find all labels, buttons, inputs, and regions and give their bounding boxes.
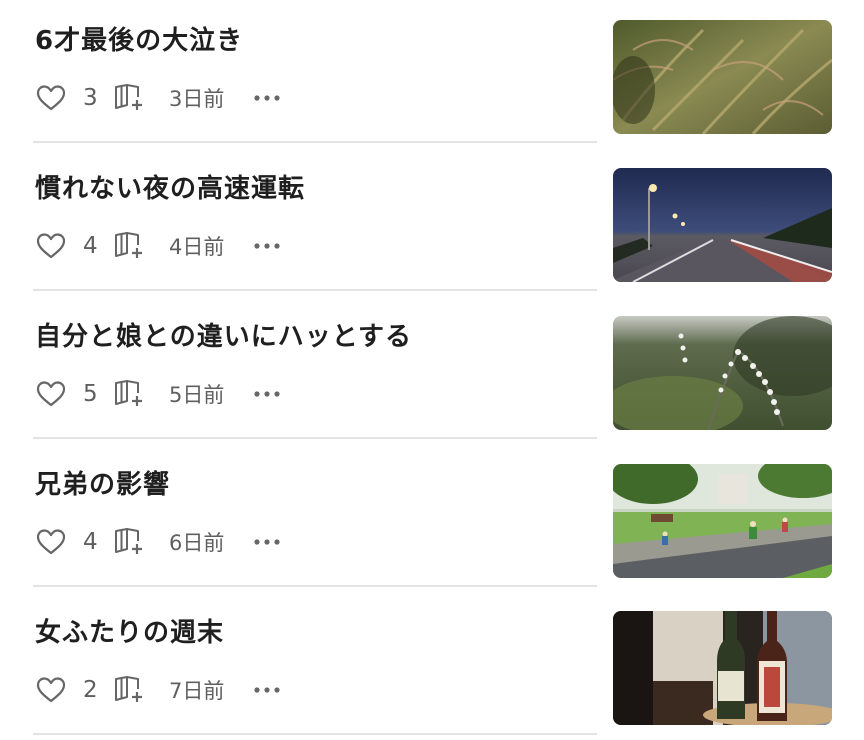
like-count: 2 [83, 677, 98, 703]
post-date: 6日前 [169, 531, 225, 555]
article-thumbnail[interactable] [613, 316, 832, 430]
list-item: 女ふたりの週末 2 7日前 [0, 592, 864, 740]
park-children-running-photo [613, 464, 832, 578]
like-count: 4 [83, 233, 98, 259]
divider [33, 585, 597, 587]
night-highway-photo [613, 168, 832, 282]
like-count: 5 [83, 381, 98, 407]
more-horizontal-icon[interactable] [252, 530, 282, 554]
more-horizontal-icon[interactable] [252, 382, 282, 406]
list-item: 自分と娘との違いにハッとする 5 5日前 [0, 296, 864, 444]
divider [33, 733, 597, 735]
magazine-add-icon[interactable] [113, 230, 147, 262]
heart-icon[interactable] [35, 82, 67, 114]
post-date: 5日前 [169, 383, 225, 407]
article-thumbnail[interactable] [613, 168, 832, 282]
more-horizontal-icon[interactable] [252, 86, 282, 110]
wine-and-sake-bottles-photo [613, 611, 832, 725]
heart-icon[interactable] [35, 230, 67, 262]
list-item: 兄弟の影響 4 6日前 [0, 444, 864, 592]
magazine-add-icon[interactable] [113, 526, 147, 558]
white-flower-branch-photo [613, 316, 832, 430]
magazine-add-icon[interactable] [113, 378, 147, 410]
divider [33, 289, 597, 291]
post-date: 4日前 [169, 235, 225, 259]
heart-icon[interactable] [35, 674, 67, 706]
article-meta: 4 6日前 [35, 526, 282, 558]
like-count: 4 [83, 529, 98, 555]
article-thumbnail[interactable] [613, 464, 832, 578]
article-title[interactable]: 自分と娘との違いにハッとする [35, 316, 412, 353]
article-thumbnail[interactable] [613, 20, 832, 134]
fern-leaves-photo [613, 20, 832, 134]
divider [33, 437, 597, 439]
heart-icon[interactable] [35, 526, 67, 558]
article-meta: 2 7日前 [35, 674, 282, 706]
article-thumbnail[interactable] [613, 611, 832, 725]
article-meta: 3 3日前 [35, 82, 282, 114]
post-date: 7日前 [169, 679, 225, 703]
list-item: 慣れない夜の高速運転 4 4日前 [0, 148, 864, 296]
magazine-add-icon[interactable] [113, 674, 147, 706]
divider [33, 141, 597, 143]
article-title[interactable]: 6才最後の大泣き [35, 20, 243, 57]
article-title[interactable]: 女ふたりの週末 [35, 612, 224, 649]
article-title[interactable]: 兄弟の影響 [35, 464, 170, 501]
like-count: 3 [83, 85, 98, 111]
heart-icon[interactable] [35, 378, 67, 410]
list-item: 6才最後の大泣き 3 3日前 [0, 0, 864, 148]
more-horizontal-icon[interactable] [252, 678, 282, 702]
article-meta: 5 5日前 [35, 378, 282, 410]
article-meta: 4 4日前 [35, 230, 282, 262]
magazine-add-icon[interactable] [113, 82, 147, 114]
article-title[interactable]: 慣れない夜の高速運転 [35, 168, 305, 205]
more-horizontal-icon[interactable] [252, 234, 282, 258]
post-date: 3日前 [169, 87, 225, 111]
